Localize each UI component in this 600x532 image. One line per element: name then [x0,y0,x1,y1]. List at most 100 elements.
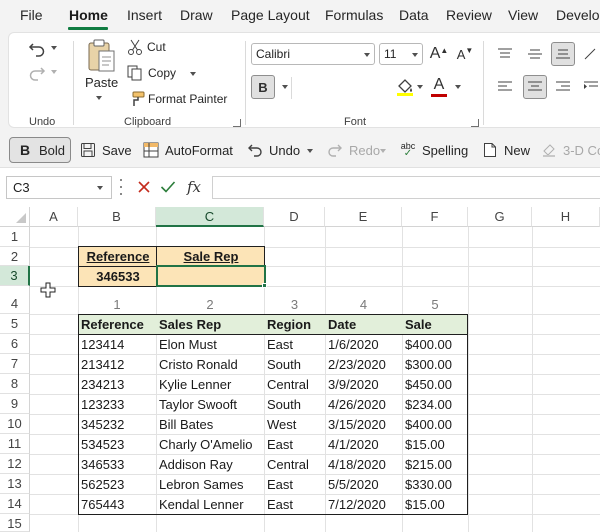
tab-file[interactable]: File [20,7,43,23]
table-cell[interactable]: Central [265,377,324,392]
table-cell[interactable]: 345232 [79,417,155,432]
font-color-dropdown-icon[interactable] [455,85,461,89]
align-top-icon[interactable] [493,42,517,66]
table-cell[interactable]: 123414 [79,337,155,352]
table-cell[interactable]: $234.00 [403,397,467,412]
row-header-14[interactable]: 14 [0,494,30,514]
table-cell[interactable]: 534523 [79,437,155,452]
column-header-c[interactable]: C [156,207,264,227]
tab-view[interactable]: View [508,7,538,23]
row-header-9[interactable]: 9 [0,394,30,414]
table-cell[interactable]: $300.00 [403,357,467,372]
paste-button[interactable]: Paste [85,75,118,90]
row-header-3[interactable]: 3 [0,266,30,286]
name-box-dropdown-icon[interactable] [97,186,103,190]
table-cell[interactable]: $400.00 [403,417,467,432]
table-cell[interactable]: $15.00 [403,497,467,512]
table-cell[interactable]: 765443 [79,497,155,512]
table-cell[interactable]: Kylie Lenner [157,377,263,392]
row-header-13[interactable]: 13 [0,474,30,494]
paste-dropdown-icon[interactable] [96,96,102,100]
format-painter-icon[interactable] [127,91,145,107]
table-cell[interactable]: East [265,437,324,452]
font-color-button[interactable]: A [427,75,451,99]
3d-color-qat-button[interactable]: 3-D Co [540,137,600,163]
table-cell[interactable]: $400.00 [403,337,467,352]
column-header-h[interactable]: H [532,207,600,227]
orientation-icon[interactable] [579,42,600,66]
table-cell[interactable]: Bill Bates [157,417,263,432]
copy-dropdown-icon[interactable] [190,72,196,76]
lookup-reference-value[interactable]: 346533 [78,269,156,284]
table-cell[interactable]: Charly O'Amelio [157,437,263,452]
align-right-icon[interactable] [551,75,575,99]
tab-draw[interactable]: Draw [180,7,213,23]
table-cell[interactable]: 4/1/2020 [326,437,401,452]
bold-button[interactable]: B [251,75,275,99]
undo-dropdown-icon[interactable] [51,46,57,50]
spelling-qat-button[interactable]: abc ✓ Spelling [399,137,469,163]
tab-insert[interactable]: Insert [127,7,162,23]
column-header-b[interactable]: B [78,207,156,227]
table-cell[interactable]: 346533 [79,457,155,472]
table-header-date[interactable]: Date [326,317,401,332]
table-cell[interactable]: 234213 [79,377,155,392]
table-cell[interactable]: Taylor Swooft [157,397,263,412]
fill-handle[interactable] [262,283,267,288]
table-cell[interactable]: East [265,337,324,352]
table-cell[interactable]: $330.00 [403,477,467,492]
scissors-icon[interactable] [127,39,143,55]
tab-review[interactable]: Review [446,7,492,23]
column-header-d[interactable]: D [264,207,325,227]
underline-dropdown-icon[interactable] [282,85,288,89]
column-header-a[interactable]: A [30,207,78,227]
align-bottom-icon[interactable] [551,42,575,66]
font-dialog-launcher-icon[interactable] [471,119,479,127]
font-family-dropdown-icon[interactable] [364,53,370,57]
table-cell[interactable]: 123233 [79,397,155,412]
copy-button[interactable]: Copy [148,66,176,80]
table-cell[interactable]: Elon Must [157,337,263,352]
table-cell[interactable]: Lebron Sames [157,477,263,492]
align-middle-icon[interactable] [523,42,547,66]
column-header-e[interactable]: E [325,207,402,227]
tab-formulas[interactable]: Formulas [325,7,383,23]
undo-qat-dropdown-icon[interactable] [307,149,313,153]
table-cell[interactable]: 4/18/2020 [326,457,401,472]
copy-icon[interactable] [127,65,143,81]
table-cell[interactable]: Cristo Ronald [157,357,263,372]
formula-input[interactable] [212,176,600,199]
table-cell[interactable]: 3/9/2020 [326,377,401,392]
bold-qat-button[interactable]: B Bold [9,137,71,163]
font-size-select[interactable]: 11 [379,43,423,65]
table-cell[interactable]: 562523 [79,477,155,492]
table-cell[interactable]: $450.00 [403,377,467,392]
cut-button[interactable]: Cut [147,40,166,54]
table-header-sales-rep[interactable]: Sales Rep [157,317,263,332]
name-box[interactable]: C3 [6,176,112,199]
row-header-10[interactable]: 10 [0,414,30,434]
lookup-salerep-label[interactable]: Sale Rep [156,249,264,264]
table-cell[interactable]: East [265,477,324,492]
table-cell[interactable]: 4/26/2020 [326,397,401,412]
row-header-2[interactable]: 2 [0,247,30,266]
selected-cell-c3[interactable] [156,265,266,287]
row-header-15[interactable]: 15 [0,514,30,532]
paste-icon[interactable] [83,37,119,75]
tab-home[interactable]: Home [69,7,108,23]
lookup-reference-label[interactable]: Reference [78,249,156,264]
table-cell[interactable]: 2/23/2020 [326,357,401,372]
align-center-icon[interactable] [523,75,547,99]
insert-function-icon[interactable]: fx [187,178,201,196]
table-cell[interactable]: South [265,357,324,372]
enter-icon[interactable] [160,179,176,195]
table-cell[interactable]: $15.00 [403,437,467,452]
column-header-g[interactable]: G [468,207,532,227]
fill-color-icon[interactable] [395,77,415,97]
row-header-7[interactable]: 7 [0,354,30,374]
save-qat-button[interactable]: Save [79,137,132,163]
table-cell[interactable]: West [265,417,324,432]
table-cell[interactable]: 5/5/2020 [326,477,401,492]
table-cell[interactable]: 7/12/2020 [326,497,401,512]
shrink-font-button[interactable]: A ▼ [453,42,477,66]
